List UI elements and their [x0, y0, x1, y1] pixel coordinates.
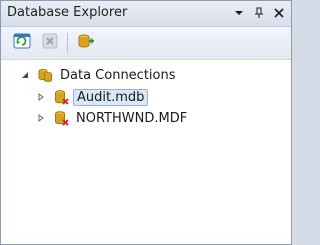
- title-bar: Database Explorer: [1, 1, 291, 27]
- panel-title: Database Explorer: [7, 5, 128, 20]
- tree-view: Data Connections Audit.mdb NORTHWND.MDF: [1, 60, 291, 244]
- tree-node-data-connections[interactable]: Data Connections: [19, 65, 179, 85]
- refresh-icon: [13, 32, 31, 54]
- database-error-icon: [53, 110, 69, 126]
- data-connections-icon: [37, 67, 53, 83]
- connect-database-button[interactable]: [75, 33, 97, 53]
- database-error-icon: [53, 89, 69, 105]
- expand-arrow-icon[interactable]: [35, 91, 47, 103]
- tree-node-northwnd[interactable]: NORTHWND.MDF: [35, 108, 190, 128]
- expand-arrow-icon[interactable]: [35, 112, 47, 124]
- pin-icon[interactable]: [251, 5, 267, 21]
- close-icon[interactable]: [271, 5, 287, 21]
- dropdown-icon[interactable]: [231, 5, 247, 21]
- title-controls: [231, 5, 287, 21]
- toolbar-separator: [67, 33, 68, 53]
- tree-node-label: Audit.mdb: [73, 88, 149, 106]
- collapse-arrow-icon[interactable]: [19, 69, 31, 81]
- database-explorer-panel: Database Explorer Data Connections Audit…: [0, 0, 292, 245]
- connect-database-icon: [77, 32, 95, 54]
- stop-icon: [42, 33, 58, 53]
- tree-node-audit[interactable]: Audit.mdb: [35, 87, 149, 107]
- tree-node-label: Data Connections: [60, 67, 176, 83]
- toolbar: [1, 27, 291, 60]
- tree-node-label: NORTHWND.MDF: [76, 110, 188, 126]
- refresh-button[interactable]: [11, 33, 33, 53]
- stop-button[interactable]: [39, 33, 61, 53]
